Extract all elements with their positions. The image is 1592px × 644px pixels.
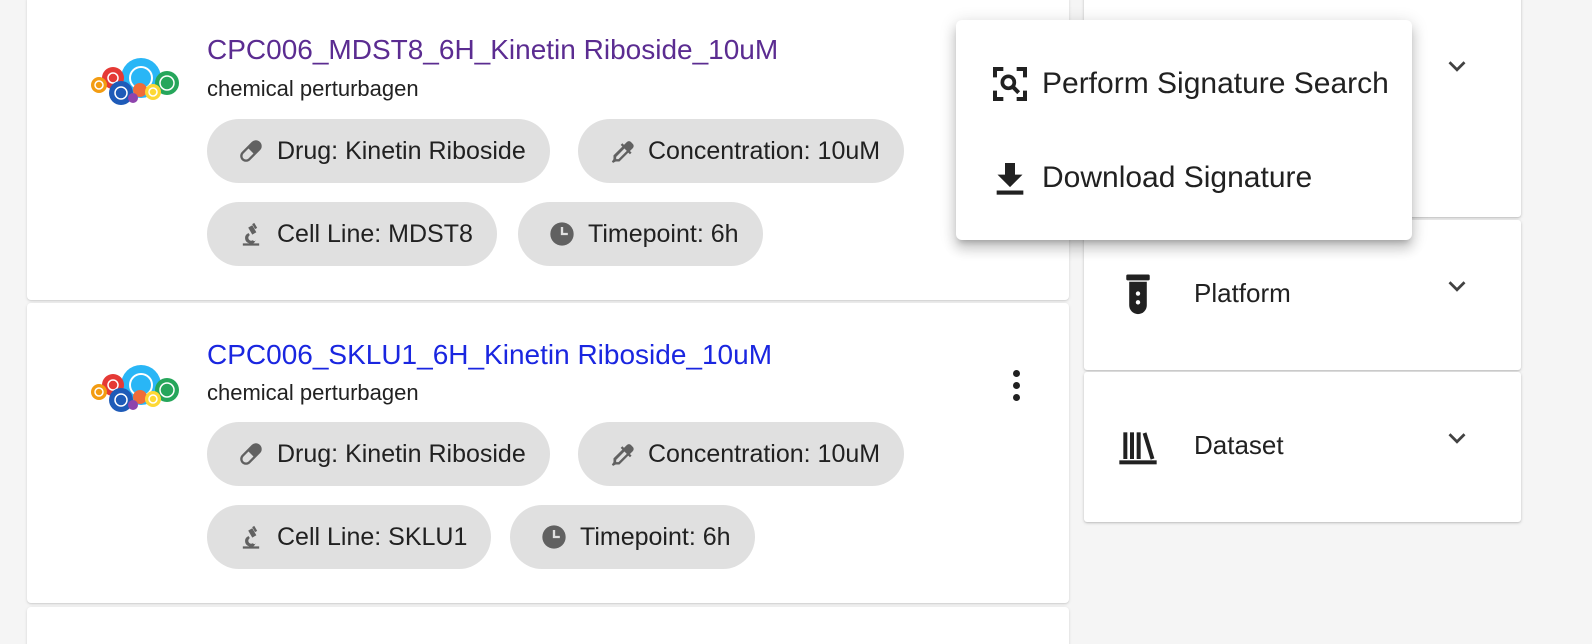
timepoint-chip[interactable]: Timepoint: 6h <box>510 505 755 569</box>
signature-card: CPC006_SKLU1_6H_Kinetin Riboside_10uM ch… <box>27 303 1069 603</box>
cell-line-chip[interactable]: Cell Line: SKLU1 <box>207 505 492 569</box>
filter-label: Platform <box>1194 278 1291 308</box>
chip-label: Concentration: 10uM <box>648 136 881 165</box>
chip-label: Cell Line: MDST8 <box>277 219 473 248</box>
chevron-down-icon[interactable] <box>1442 51 1472 81</box>
image-search-icon <box>993 67 1027 101</box>
download-signature-menu-item[interactable]: Download Signature <box>956 138 1412 218</box>
chip-label: Drug: Kinetin Riboside <box>277 439 526 468</box>
pipette-icon <box>611 444 634 466</box>
clock-icon <box>550 222 574 246</box>
chip-label: Timepoint: 6h <box>588 219 739 248</box>
chip-label: Cell Line: SKLU1 <box>277 522 468 551</box>
concentration-chip[interactable]: Concentration: 10uM <box>578 119 905 183</box>
signature-type: chemical perturbagen <box>207 76 419 101</box>
signature-card: CPC006_MDST8_6H_Kinetin Riboside_10uM ch… <box>27 0 1069 300</box>
chevron-down-icon[interactable] <box>1442 271 1472 301</box>
chip-label: Timepoint: 6h <box>580 522 731 551</box>
filter-panel-platform[interactable]: Platform <box>1084 220 1521 370</box>
pill-icon <box>240 443 262 465</box>
perform-signature-search-menu-item[interactable]: Perform Signature Search <box>956 44 1412 124</box>
microscope-icon <box>242 222 260 246</box>
signature-title-link[interactable]: CPC006_MDST8_6H_Kinetin Riboside_10uM <box>207 34 778 66</box>
cell-line-chip[interactable]: Cell Line: MDST8 <box>207 202 497 266</box>
signature-type: chemical perturbagen <box>207 380 419 405</box>
test-tube-icon <box>1126 274 1150 315</box>
chevron-down-icon[interactable] <box>1442 423 1472 453</box>
signature-card <box>27 607 1069 644</box>
menu-item-label: Download Signature <box>1042 161 1313 194</box>
menu-item-label: Perform Signature Search <box>1042 67 1389 100</box>
pipette-icon <box>611 141 634 163</box>
library-books-icon <box>1119 432 1157 465</box>
more-options-icon[interactable] <box>1001 365 1031 405</box>
timepoint-chip[interactable]: Timepoint: 6h <box>518 202 763 266</box>
concentration-chip[interactable]: Concentration: 10uM <box>578 422 905 486</box>
drug-chip[interactable]: Drug: Kinetin Riboside <box>207 119 550 183</box>
filter-panel-dataset[interactable]: Dataset <box>1084 372 1521 522</box>
filter-label: Dataset <box>1194 430 1284 460</box>
signature-actions-menu: Perform Signature Search Download Signat… <box>956 20 1412 240</box>
chip-label: Drug: Kinetin Riboside <box>277 136 526 165</box>
download-icon <box>996 163 1024 195</box>
microscope-icon <box>242 525 260 549</box>
lincs-logo-icon <box>91 58 179 105</box>
lincs-logo-icon <box>91 365 179 412</box>
chip-label: Concentration: 10uM <box>648 439 881 468</box>
drug-chip[interactable]: Drug: Kinetin Riboside <box>207 422 550 486</box>
signature-title-link[interactable]: CPC006_SKLU1_6H_Kinetin Riboside_10uM <box>207 339 772 371</box>
pill-icon <box>240 140 262 162</box>
clock-icon <box>542 525 566 549</box>
